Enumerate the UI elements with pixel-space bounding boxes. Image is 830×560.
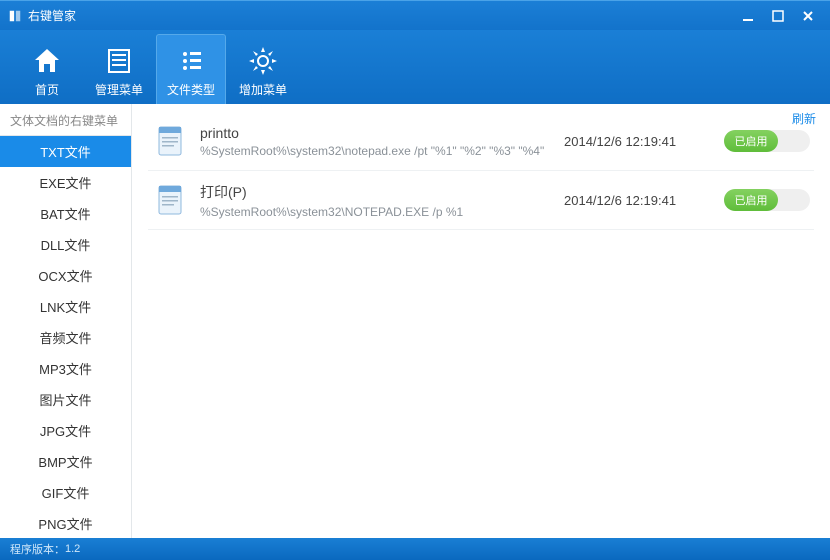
titlebar: 右键管家 xyxy=(0,0,830,30)
maximize-icon xyxy=(772,10,784,22)
sidebar-item-gif[interactable]: GIF文件 xyxy=(0,477,131,508)
nav-label: 增加菜单 xyxy=(239,81,287,98)
settings-list-icon xyxy=(175,45,207,77)
notepad-icon xyxy=(152,181,190,219)
nav-label: 文件类型 xyxy=(167,81,215,98)
enable-toggle[interactable]: 已启用 xyxy=(724,189,810,211)
nav-item-file-type[interactable]: 文件类型 xyxy=(156,34,226,104)
sidebar-item-exe[interactable]: EXE文件 xyxy=(0,167,131,198)
nav-item-add-menu[interactable]: 增加菜单 xyxy=(228,34,298,104)
close-icon xyxy=(802,10,814,22)
entry-timestamp: 2014/12/6 12:19:41 xyxy=(564,134,714,149)
sidebar-item-bat[interactable]: BAT文件 xyxy=(0,198,131,229)
minimize-button[interactable] xyxy=(734,6,762,26)
minimize-icon xyxy=(742,10,754,22)
app-icon xyxy=(8,9,22,23)
entry-name: 打印(P) xyxy=(200,182,564,202)
entry-list: printto %SystemRoot%\system32\notepad.ex… xyxy=(132,104,830,238)
body: 文体文档的右键菜单 TXT文件 EXE文件 BAT文件 DLL文件 OCX文件 … xyxy=(0,104,830,538)
nav-item-manage-menu[interactable]: 管理菜单 xyxy=(84,34,154,104)
entry-path: %SystemRoot%\system32\NOTEPAD.EXE /p %1 xyxy=(200,205,564,219)
list-icon xyxy=(103,45,135,77)
sidebar-item-lnk[interactable]: LNK文件 xyxy=(0,291,131,322)
refresh-link[interactable]: 刷新 xyxy=(792,110,816,127)
content-pane: 刷新 printto %SystemRoot%\system32\notepad… xyxy=(132,104,830,538)
home-icon xyxy=(31,45,63,77)
sidebar-item-dll[interactable]: DLL文件 xyxy=(0,229,131,260)
version-label: 程序版本： xyxy=(10,541,65,557)
menu-entry: printto %SystemRoot%\system32\notepad.ex… xyxy=(148,112,814,171)
entry-name: printto xyxy=(200,125,564,141)
nav-label: 管理菜单 xyxy=(95,81,143,98)
menu-entry: 打印(P) %SystemRoot%\system32\NOTEPAD.EXE … xyxy=(148,171,814,230)
nav-label: 首页 xyxy=(35,81,59,98)
version-number: 1.2 xyxy=(65,543,80,555)
sidebar-item-bmp[interactable]: BMP文件 xyxy=(0,446,131,477)
notepad-icon xyxy=(152,122,190,160)
sidebar-item-image[interactable]: 图片文件 xyxy=(0,384,131,415)
close-button[interactable] xyxy=(794,6,822,26)
gear-icon xyxy=(247,45,279,77)
sidebar-item-jpg[interactable]: JPG文件 xyxy=(0,415,131,446)
toggle-label: 已启用 xyxy=(724,189,778,211)
maximize-button[interactable] xyxy=(764,6,792,26)
entry-timestamp: 2014/12/6 12:19:41 xyxy=(564,193,714,208)
sidebar-item-ocx[interactable]: OCX文件 xyxy=(0,260,131,291)
nav-item-home[interactable]: 首页 xyxy=(12,34,82,104)
sidebar-title: 文体文档的右键菜单 xyxy=(0,104,131,136)
window-title: 右键管家 xyxy=(28,7,732,24)
sidebar-item-mp3[interactable]: MP3文件 xyxy=(0,353,131,384)
sidebar-item-png[interactable]: PNG文件 xyxy=(0,508,131,538)
toggle-label: 已启用 xyxy=(724,130,778,152)
top-nav: 首页 管理菜单 文件类型 增加菜单 xyxy=(0,30,830,104)
sidebar-item-audio[interactable]: 音频文件 xyxy=(0,322,131,353)
sidebar: 文体文档的右键菜单 TXT文件 EXE文件 BAT文件 DLL文件 OCX文件 … xyxy=(0,104,132,538)
enable-toggle[interactable]: 已启用 xyxy=(724,130,810,152)
statusbar: 程序版本： 1.2 xyxy=(0,538,830,560)
sidebar-item-txt[interactable]: TXT文件 xyxy=(0,136,131,167)
entry-path: %SystemRoot%\system32\notepad.exe /pt "%… xyxy=(200,144,564,158)
